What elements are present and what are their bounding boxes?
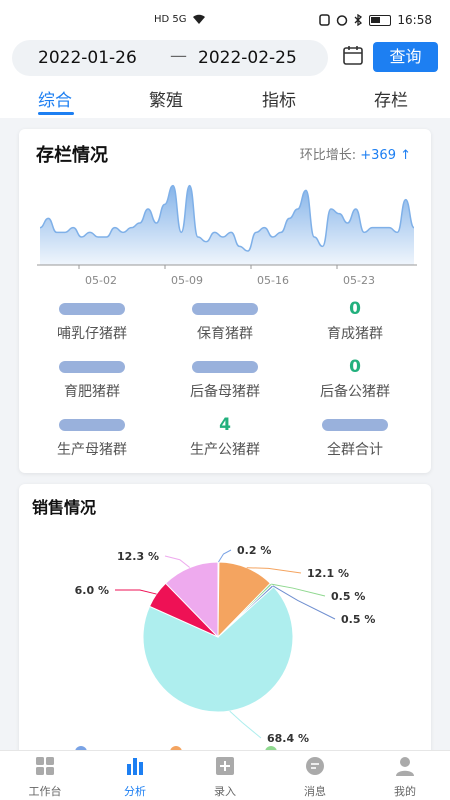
nav-label: 消息 [304, 785, 326, 798]
stat-production-boars: 4 生产公猪群 [160, 415, 290, 459]
alarm-icon [337, 15, 348, 26]
blurred-value [322, 419, 388, 431]
date-separator: — [170, 46, 187, 66]
stat-label: 哺乳仔猪群 [57, 326, 127, 342]
stock-trend-chart: 05-02 05-09 05-16 05-23 [37, 184, 417, 287]
growth-value: +369 ↑ [360, 148, 411, 163]
pie-leader-line [114, 589, 157, 595]
x-tick-label: 05-23 [343, 274, 375, 287]
blurred-value [192, 361, 258, 373]
bluetooth-icon [354, 14, 363, 26]
pie-leader-line [164, 555, 191, 568]
tab-bar: 综合 繁殖 指标 存栏 [0, 82, 450, 116]
stat-value: 0 [349, 299, 361, 319]
stat-production-sows: 生产母猪群 [27, 415, 157, 459]
sales-card: 0.2 % 12.1 % 0.5 % 0.5 % 68.4 % 6.0 % 12.3 % 销… [19, 484, 431, 764]
stat-label: 保育猪群 [197, 326, 253, 342]
stat-label: 育肥猪群 [64, 384, 120, 400]
nav-label: 我的 [394, 785, 416, 798]
nav-profile[interactable]: 我的 [370, 755, 440, 799]
x-tick-label: 05-09 [171, 274, 203, 287]
stock-title: 存栏情况 [36, 145, 108, 166]
stat-label: 生产公猪群 [190, 442, 260, 458]
blurred-value [59, 303, 125, 315]
stat-label: 全群合计 [327, 442, 383, 458]
sales-title: 销售情况 [32, 498, 97, 517]
stat-finishing-pigs: 育肥猪群 [27, 357, 157, 401]
clock: 16:58 [397, 13, 432, 27]
nav-label: 分析 [124, 785, 146, 798]
pie-label: 12.1 % [307, 567, 349, 580]
system-icons: 16:58 [319, 13, 432, 27]
tab-indicators[interactable]: 指标 [262, 86, 296, 111]
x-tick-label: 05-16 [257, 274, 289, 287]
active-tab-indicator [38, 112, 74, 115]
calendar-icon[interactable] [342, 44, 364, 66]
date-range-picker[interactable]: 2022-01-26 — 2022-02-25 [12, 40, 328, 76]
wifi-icon [192, 14, 205, 24]
query-button[interactable]: 查询 [373, 42, 438, 72]
bottom-navigation: 工作台 分析 录入 消息 我的 [0, 750, 450, 800]
blurred-value [192, 303, 258, 315]
sales-pie-chart: 0.2 % 12.1 % 0.5 % 0.5 % 68.4 % 6.0 % 12.3 % [75, 544, 375, 758]
network-indicator: HD 5G [154, 13, 207, 25]
nav-label: 录入 [214, 785, 236, 798]
tab-overview[interactable]: 综合 [38, 86, 72, 111]
stat-label: 后备公猪群 [320, 384, 390, 400]
battery-icon [369, 14, 392, 26]
nav-workbench[interactable]: 工作台 [10, 755, 80, 799]
stock-area-fill [40, 185, 414, 265]
message-icon [306, 757, 324, 775]
nav-analysis[interactable]: 分析 [100, 755, 170, 799]
stat-nursery-pigs: 保育猪群 [160, 299, 290, 343]
stat-total-herd: 全群合计 [290, 415, 420, 459]
header: 2022-01-26 — 2022-02-25 查询 综合 繁殖 指标 存栏 [0, 38, 450, 118]
pie-label: 12.3 % [117, 550, 159, 563]
nfc-icon [319, 14, 331, 26]
tab-inventory[interactable]: 存栏 [374, 86, 408, 111]
network-label: HD 5G [154, 13, 187, 25]
profile-icon [396, 757, 414, 776]
blurred-value [59, 419, 125, 431]
workbench-icon [36, 757, 54, 775]
end-date[interactable]: 2022-02-25 [198, 48, 297, 68]
pie-label: 0.5 % [341, 613, 375, 626]
pie-leader-line [218, 549, 232, 563]
stat-reserve-sows: 后备母猪群 [160, 357, 290, 401]
analysis-icon [127, 758, 143, 775]
stat-suckling-piglets: 哺乳仔猪群 [27, 299, 157, 343]
stat-label: 育成猪群 [327, 326, 383, 342]
pie-label: 0.2 % [237, 544, 271, 557]
pie-label: 0.5 % [331, 590, 365, 603]
growth-label: 环比增长: [299, 148, 357, 163]
growth-indicator: 环比增长: +369 ↑ [300, 144, 411, 163]
stat-value: 0 [349, 357, 361, 377]
stat-label: 后备母猪群 [190, 384, 260, 400]
pie-leader-line [229, 710, 262, 739]
x-tick-label: 05-02 [85, 274, 117, 287]
blurred-value [59, 361, 125, 373]
status-bar: HD 5G 16:58 [0, 0, 450, 38]
tab-breeding[interactable]: 繁殖 [149, 86, 183, 111]
start-date[interactable]: 2022-01-26 [38, 48, 137, 68]
stat-label: 生产母猪群 [57, 442, 127, 458]
stat-value: 4 [219, 415, 231, 435]
stat-reserve-boars: 0 后备公猪群 [290, 357, 420, 401]
pie-label: 68.4 % [267, 732, 309, 745]
pie-label: 6.0 % [75, 584, 109, 597]
stock-card: 存栏情况 环比增长: +369 ↑ 05-02 05-09 05-16 05-23 哺… [19, 129, 431, 473]
nav-entry[interactable]: 录入 [190, 755, 260, 799]
entry-icon [216, 757, 234, 775]
nav-messages[interactable]: 消息 [280, 755, 350, 799]
stat-growing-pigs: 0 育成猪群 [290, 299, 420, 343]
nav-label: 工作台 [28, 785, 62, 798]
